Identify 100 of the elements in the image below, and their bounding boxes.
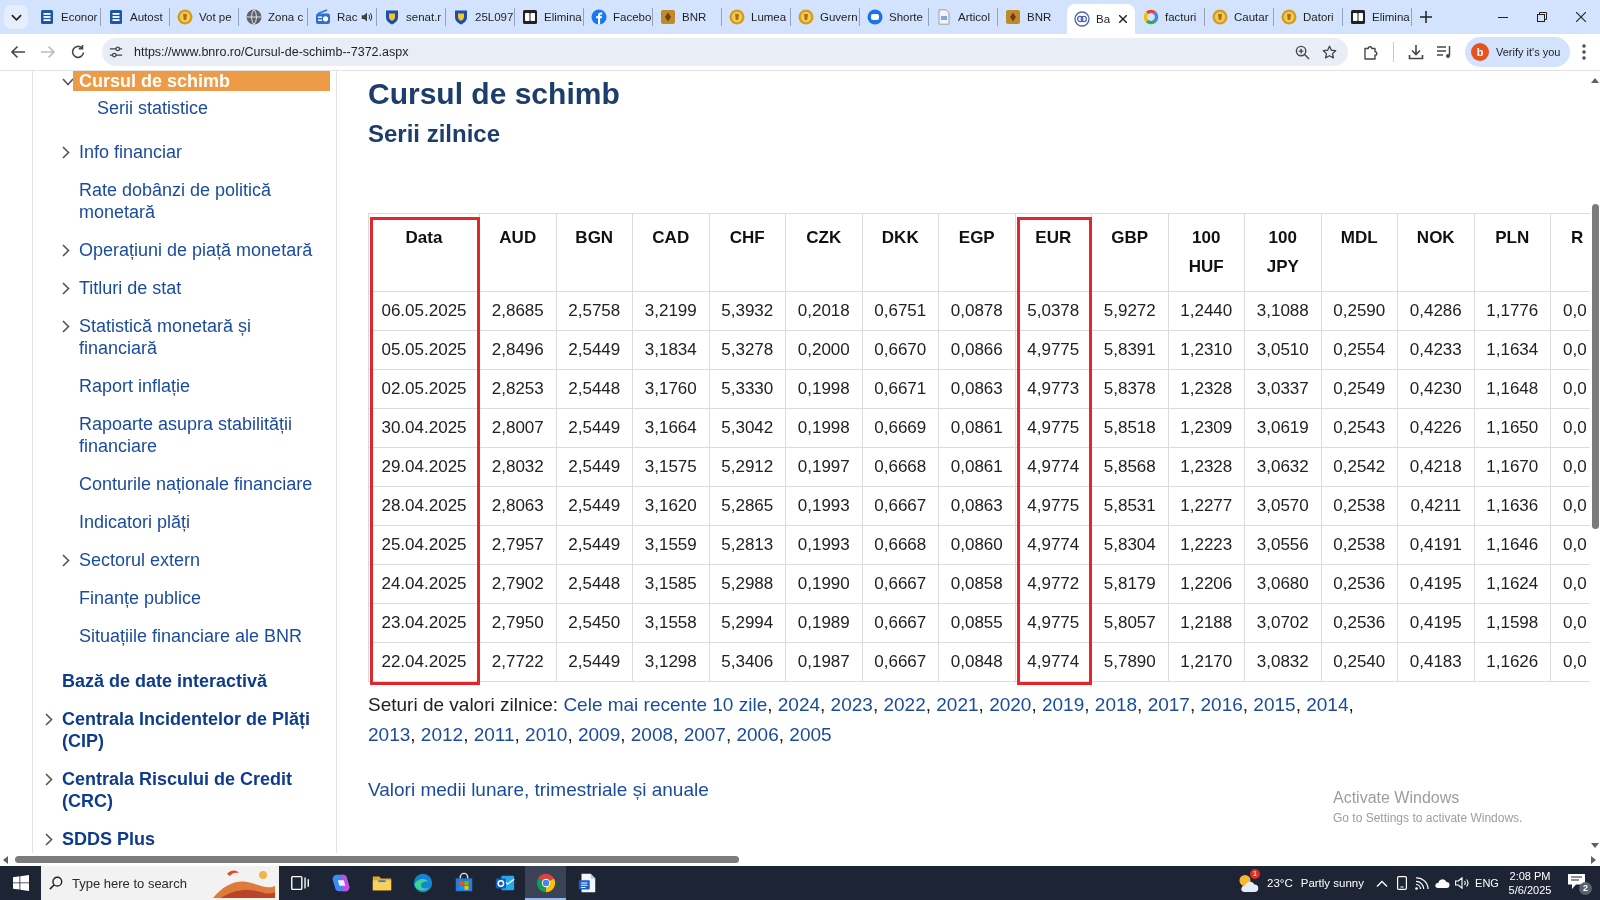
browser-tab[interactable]: Articol xyxy=(929,0,997,34)
sidebar-link[interactable]: Rate dobânzi de politică monetară xyxy=(79,179,322,223)
sidebar-link[interactable]: Conturile naționale financiare xyxy=(79,473,313,495)
table-cell: 2,5448 xyxy=(556,370,633,409)
year-link[interactable]: 2018 xyxy=(1094,694,1138,715)
browser-tab[interactable]: Zona c xyxy=(239,0,307,34)
year-link[interactable]: 2014 xyxy=(1306,694,1349,715)
year-link[interactable]: 2009 xyxy=(577,724,621,745)
sidebar-link[interactable]: Bază de date interactivă xyxy=(62,670,268,692)
year-link[interactable]: 2013 xyxy=(368,724,411,745)
table-cell: 0,4211 xyxy=(1398,487,1475,526)
year-link[interactable]: 2007 xyxy=(683,724,726,745)
column-header: PLN xyxy=(1474,214,1551,292)
year-link[interactable]: 2015 xyxy=(1253,694,1296,715)
browser-tab[interactable]: Guvern xyxy=(791,0,859,34)
table-cell: 1,2277 xyxy=(1168,487,1245,526)
table-cell: 3,1620 xyxy=(633,487,710,526)
browser-tab[interactable]: 25L097 xyxy=(446,0,514,34)
browser-tab[interactable]: Facebo xyxy=(584,0,652,34)
sidebar-link[interactable]: Raport inflație xyxy=(79,375,191,397)
table-cell: 0,4226 xyxy=(1398,409,1475,448)
browser-tab[interactable]: BNR xyxy=(653,0,721,34)
sidebar-link[interactable]: Operațiuni de piață monetară xyxy=(79,239,313,261)
sidebar-link[interactable]: Indicatori plăți xyxy=(79,511,191,533)
radio-icon xyxy=(315,9,331,25)
year-link[interactable]: 2022 xyxy=(883,694,926,715)
sidebar-link[interactable]: Centrala Incidentelor de Plăți (CIP) xyxy=(62,708,322,752)
table-cell: 30.04.2025 xyxy=(369,409,480,448)
year-link[interactable]: 2005 xyxy=(789,724,832,745)
browser-tab[interactable]: Shorte xyxy=(860,0,928,34)
browser-tab[interactable]: Lumea xyxy=(722,0,790,34)
taskbar-app-button[interactable] xyxy=(525,866,566,900)
sidebar-link[interactable]: Titluri de stat xyxy=(79,277,182,299)
year-link[interactable]: 2006 xyxy=(736,724,779,745)
table-cell: 1,2188 xyxy=(1168,604,1245,643)
table-cell: 5,3932 xyxy=(709,292,786,331)
arc-ring-icon xyxy=(1143,9,1159,25)
browser-tab[interactable]: BNR xyxy=(998,0,1066,34)
year-link[interactable]: 2016 xyxy=(1200,694,1243,715)
browser-tab[interactable]: Rac xyxy=(308,0,376,34)
column-header: Data xyxy=(369,214,480,292)
sidebar-link[interactable]: Info financiar xyxy=(79,141,183,163)
year-link[interactable]: Cele mai recente 10 zile xyxy=(563,694,768,715)
year-link[interactable]: 2011 xyxy=(473,724,515,745)
year-link[interactable]: 2019 xyxy=(1042,694,1085,715)
table-cell: 5,8391 xyxy=(1092,331,1169,370)
browser-tab[interactable]: Econor xyxy=(32,0,100,34)
profile-button[interactable]: b Verify it's you xyxy=(1465,37,1571,67)
year-link[interactable]: 2021 xyxy=(936,694,979,715)
browser-tab[interactable]: Datori xyxy=(1274,0,1342,34)
year-link[interactable]: 2020 xyxy=(989,694,1032,715)
browser-tab[interactable]: Elimina xyxy=(1343,0,1411,34)
sidebar-link[interactable]: Statistică monetară și financiară xyxy=(79,315,322,359)
coin-icon xyxy=(1212,9,1228,25)
language-button[interactable]: ENG xyxy=(1472,866,1502,900)
year-link[interactable]: 2012 xyxy=(420,724,464,745)
column-header: DKK xyxy=(862,214,939,292)
averages-link[interactable]: Valori medii lunare, trimestriale și anuale xyxy=(368,779,709,800)
sidebar-link[interactable]: Centrala Riscului de Credit (CRC) xyxy=(62,768,322,812)
clock-button[interactable]: 2:08 PM 5/6/2025 xyxy=(1502,866,1558,900)
arrow-left-icon xyxy=(10,44,26,60)
sidebar-link[interactable]: Serii statistice xyxy=(97,97,209,119)
coin-icon xyxy=(729,9,745,25)
table-cell: 5,8518 xyxy=(1092,409,1169,448)
sidebar-link[interactable]: Rapoarte asupra stabilității financiare xyxy=(79,413,322,457)
scrollbar-thumb[interactable] xyxy=(1591,204,1599,529)
browser-tab[interactable]: facturi xyxy=(1136,0,1204,34)
column-header: GBP xyxy=(1092,214,1169,292)
sidebar-link[interactable]: Situațiile financiare ale BNR xyxy=(79,625,303,647)
search-field[interactable]: Type here to search xyxy=(41,866,279,900)
year-link[interactable]: 2008 xyxy=(630,724,674,745)
table-cell: 2,7722 xyxy=(480,643,557,682)
table-cell: 3,1760 xyxy=(633,370,710,409)
sidebar-link[interactable]: Sectorul extern xyxy=(79,549,201,571)
table-cell: 0,1987 xyxy=(786,643,863,682)
table-cell: 2,5450 xyxy=(556,604,633,643)
scrollbar-thumb[interactable] xyxy=(15,856,739,863)
browser-tab[interactable]: Cautar xyxy=(1205,0,1273,34)
sidebar-link[interactable]: Finanțe publice xyxy=(79,587,202,609)
browser-tab[interactable]: Vot pe xyxy=(170,0,238,34)
table-cell: 0,4191 xyxy=(1398,526,1475,565)
sidebar-link[interactable]: SDDS Plus xyxy=(62,828,156,850)
table-cell: 0,6751 xyxy=(862,292,939,331)
notifications-button[interactable]: 2 xyxy=(1558,866,1600,900)
year-link[interactable]: 2023 xyxy=(830,694,873,715)
browser-tab[interactable]: Elimina xyxy=(515,0,583,34)
browser-tab[interactable]: Ba xyxy=(1067,4,1135,34)
profile-avatar: b xyxy=(1471,43,1489,61)
year-link[interactable]: 2017 xyxy=(1147,694,1190,715)
weather-button[interactable]: 1 23°C Partly sunny xyxy=(1233,866,1372,900)
table-cell: 0,4286 xyxy=(1398,292,1475,331)
address-bar[interactable]: https://www.bnro.ro/Cursul-de-schimb--7372.aspx xyxy=(102,38,1348,66)
tab-search-button[interactable] xyxy=(4,5,28,29)
table-cell: 1,1634 xyxy=(1474,331,1551,370)
year-link[interactable]: 2010 xyxy=(525,724,568,745)
table-cell: 1,1598 xyxy=(1474,604,1551,643)
browser-tab[interactable]: senat.r xyxy=(377,0,445,34)
table-cell: 2,7950 xyxy=(480,604,557,643)
year-link[interactable]: 2024 xyxy=(777,694,821,715)
browser-tab[interactable]: Autost xyxy=(101,0,169,34)
